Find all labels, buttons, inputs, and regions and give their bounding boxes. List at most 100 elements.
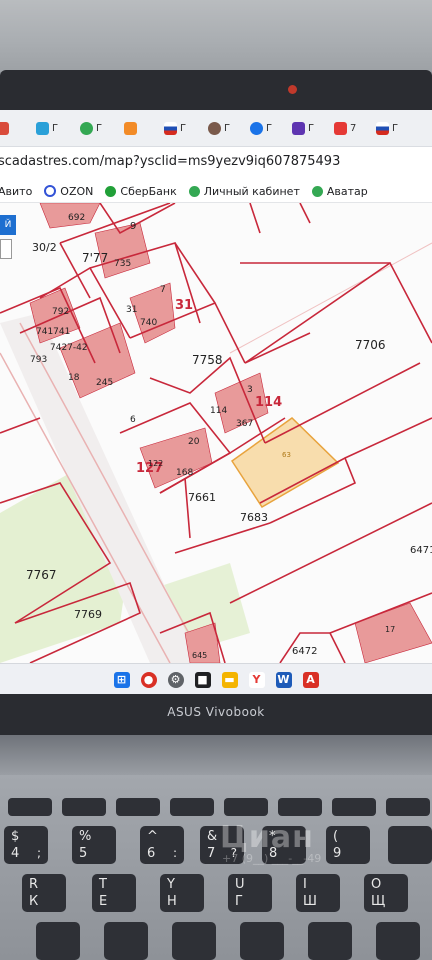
keyboard-key[interactable] [170, 798, 214, 816]
tab-favicon-icon [80, 121, 93, 135]
key-y[interactable]: YН [160, 874, 204, 912]
parcel-label: 740 [140, 318, 158, 328]
windows-start-icon[interactable]: ⊞ [113, 671, 130, 688]
app-dark-icon[interactable]: ■ [194, 671, 211, 688]
keyboard-key[interactable] [376, 922, 420, 960]
keyboard-key[interactable] [308, 922, 352, 960]
parcel-label: 741741 [36, 327, 71, 337]
parcel-label: 367 [236, 419, 254, 429]
keyboard-key[interactable] [172, 922, 216, 960]
address-bar[interactable]: scadastres.com/map?ysclid=ms9yezv9iq6078… [0, 148, 432, 176]
cadastral-map[interactable]: Й 30/2 692 9 7'77 735 7 31 31 792 741741… [0, 203, 432, 663]
tab-8[interactable]: Г [292, 119, 314, 137]
keyboard-key[interactable] [240, 922, 284, 960]
keyboard-key[interactable] [36, 922, 80, 960]
keyboard-key[interactable] [62, 798, 106, 816]
parcel-label: 17 [385, 625, 396, 634]
key-u[interactable]: UГ [228, 874, 272, 912]
parcel-label: 645 [192, 651, 208, 660]
parcel-label: 31 [126, 305, 138, 315]
bookmark-avatar[interactable]: Аватар [311, 185, 368, 198]
key-i[interactable]: IШ [296, 874, 340, 912]
laptop-screen: Г Г Г Г Г Г 7 Г scadastres.com/map?yscli… [0, 110, 432, 694]
key-9[interactable]: (9 [326, 826, 370, 864]
selected-parcel-label: 63 [282, 451, 291, 459]
laptop-brand: ASUS Vivobook [167, 705, 265, 719]
map-side-label: 30/2 [32, 241, 57, 254]
word-icon[interactable]: W [275, 671, 292, 688]
bookmark-cabinet[interactable]: Личный кабинет [188, 185, 300, 198]
parcel-label: 31 [175, 298, 194, 313]
parcel-boundary [264, 362, 421, 444]
key-r[interactable]: RК [22, 874, 66, 912]
bookmark-sber[interactable]: СберБанк [105, 185, 177, 198]
parcel-label: 7'77 [82, 251, 109, 265]
parcel-boundary [344, 417, 432, 459]
parcel-boundary [184, 477, 191, 539]
yandex-browser-icon[interactable]: Y [248, 671, 265, 688]
ozon-icon [44, 185, 57, 197]
tab-3[interactable]: Г [80, 119, 102, 137]
parcel-boundary [149, 356, 266, 444]
pdf-icon[interactable]: A [302, 671, 319, 688]
keyboard-key[interactable] [116, 798, 160, 816]
key-5[interactable]: % 5 [72, 826, 116, 864]
parcel-label: 6472 [292, 646, 318, 657]
key-6[interactable]: ^ 6: [140, 826, 184, 864]
parcel-label: 7706 [355, 338, 386, 352]
parcel-boundary [174, 242, 216, 304]
keyboard-key[interactable] [388, 826, 432, 864]
parcel-label: 114 [210, 406, 228, 416]
tab-5[interactable]: Г [164, 119, 186, 137]
tab-2[interactable]: Г [36, 119, 58, 137]
folder-icon[interactable]: ▬ [221, 671, 238, 688]
wall-background [0, 0, 432, 72]
parcel-label: 20 [188, 437, 200, 447]
selected-parcel [230, 417, 340, 509]
keyboard-key[interactable] [104, 922, 148, 960]
keyboard-key[interactable] [386, 798, 430, 816]
tab-7[interactable]: Г [250, 119, 272, 137]
map-layer-button[interactable]: Й [0, 215, 16, 235]
parcel-label: 792 [52, 307, 70, 317]
map-search-input[interactable] [0, 239, 12, 259]
parcel-boundary [244, 332, 311, 364]
bookmarks-bar: Авито OZON СберБанк Личный кабинет Авата… [0, 180, 432, 203]
parcel-label: 7 [160, 285, 166, 295]
watermark-logo: Циан [220, 820, 314, 855]
keyboard-key[interactable] [332, 798, 376, 816]
browser-tab-bar: Г Г Г Г Г Г 7 Г [0, 110, 432, 147]
tab-4[interactable] [124, 119, 140, 137]
keyboard-key[interactable] [224, 798, 268, 816]
key-4[interactable]: $4; [4, 826, 48, 864]
keyboard-key[interactable] [8, 798, 52, 816]
tab-favicon-icon [0, 121, 9, 135]
windows-taskbar: ⊞ ● ⚙ ■ ▬ Y W A [0, 663, 432, 694]
bookmark-avito[interactable]: Авито [0, 185, 32, 198]
key-t[interactable]: TЕ [92, 874, 136, 912]
settings-icon[interactable]: ⚙ [167, 671, 184, 688]
key-o[interactable]: OЩ [364, 874, 408, 912]
app-red-icon[interactable]: ● [140, 671, 157, 688]
cabinet-icon [188, 185, 200, 197]
road-edge [229, 242, 432, 354]
parcel-label: 245 [96, 378, 114, 388]
tab-1[interactable] [0, 119, 12, 137]
tab-favicon-icon [250, 121, 263, 135]
tab-9[interactable]: 7 [334, 119, 356, 137]
parcel-label: 7767 [26, 568, 57, 582]
bookmark-ozon[interactable]: OZON [44, 185, 93, 198]
tab-10[interactable]: Г [376, 119, 398, 137]
parcel-label: 735 [114, 259, 132, 269]
parcel-label: 7661 [188, 491, 216, 504]
tab-6[interactable]: Г [208, 119, 230, 137]
russia-flag-icon [376, 121, 389, 135]
tab-favicon-icon [36, 121, 49, 135]
laptop-hinge [0, 735, 432, 775]
address-text: scadastres.com/map?ysclid=ms9yezv9iq6078… [0, 154, 341, 169]
parcel-label: 9 [130, 221, 137, 232]
parcel-label: 692 [68, 213, 86, 223]
profile-photo-icon [208, 121, 221, 135]
keyboard-key[interactable] [278, 798, 322, 816]
mail-icon [292, 121, 305, 135]
